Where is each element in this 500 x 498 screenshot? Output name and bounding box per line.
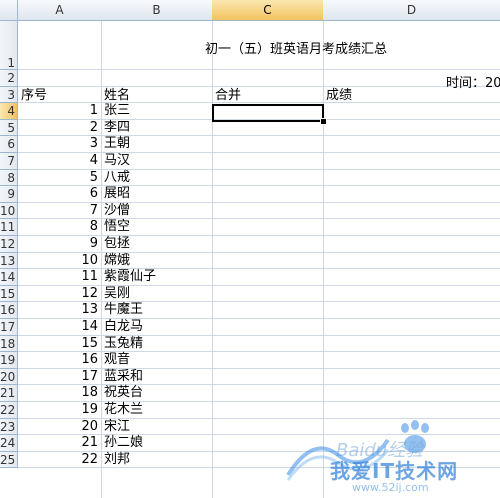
row-header-3[interactable]: 3 [0,86,18,104]
cell-name[interactable]: 宋江 [104,419,130,435]
cell-seq[interactable]: 10 [18,253,98,269]
cell-seq[interactable]: 17 [18,369,98,385]
cell-seq[interactable]: 4 [18,153,98,169]
row-header-14[interactable]: 14 [0,269,18,286]
cell-name[interactable]: 展昭 [104,186,130,202]
header-seq[interactable]: 序号 [21,88,47,104]
watermark-url: www.52ij.com [352,481,429,494]
gridline-row [18,85,500,87]
row-header-8[interactable]: 8 [0,169,18,187]
cell-name[interactable]: 马汉 [104,153,130,169]
cell-seq[interactable]: 5 [18,170,98,186]
row-header-15[interactable]: 15 [0,285,18,303]
header-score[interactable]: 成绩 [326,88,352,104]
row-header-13[interactable]: 13 [0,252,18,270]
row-header-9[interactable]: 9 [0,186,18,203]
column-header-b[interactable]: B [101,0,213,21]
column-header-a[interactable]: A [18,0,102,21]
fill-handle[interactable] [320,118,327,125]
cell-seq[interactable]: 9 [18,236,98,252]
row-header-11[interactable]: 11 [0,219,18,236]
cell-name[interactable]: 悟空 [104,219,130,235]
cell-name[interactable]: 花木兰 [104,402,143,418]
active-cell-c4[interactable] [212,104,324,122]
row-header-12[interactable]: 12 [0,236,18,253]
cell-seq[interactable]: 12 [18,286,98,302]
row-header-1[interactable]: 1 [0,21,18,70]
cell-name[interactable]: 嫦娥 [104,253,130,269]
row-header-16[interactable]: 16 [0,302,18,319]
row-header-6[interactable]: 6 [0,136,18,153]
cell-seq[interactable]: 14 [18,319,98,335]
row-header-22[interactable]: 22 [0,402,18,419]
cell-seq[interactable]: 6 [18,186,98,202]
header-merge[interactable]: 合并 [215,88,241,104]
cell-name[interactable]: 观音 [104,352,130,368]
cell-seq[interactable]: 7 [18,203,98,219]
cell-name[interactable]: 刘邦 [104,452,130,468]
cell-name[interactable]: 沙僧 [104,203,130,219]
row-header-21[interactable]: 21 [0,385,18,402]
cell-name[interactable]: 玉兔精 [104,336,143,352]
cell-name[interactable]: 吴刚 [104,286,130,302]
cell-seq[interactable]: 15 [18,336,98,352]
cell-seq[interactable]: 22 [18,452,98,468]
cell-seq[interactable]: 8 [18,219,98,235]
cell-seq[interactable]: 13 [18,302,98,318]
cell-name[interactable]: 紫霞仙子 [104,269,156,285]
cell-name[interactable]: 祝英台 [104,385,143,401]
cell-name[interactable]: 八戒 [104,170,130,186]
row-header-23[interactable]: 23 [0,418,18,436]
cell-name[interactable]: 李四 [104,120,130,136]
cell-seq[interactable]: 2 [18,120,98,136]
cell-seq[interactable]: 16 [18,352,98,368]
sheet-title: 初一（五）班英语月考成绩汇总 [205,42,388,57]
cell-name[interactable]: 张三 [104,103,130,119]
column-header-c[interactable]: C [212,0,324,21]
row-header-18[interactable]: 18 [0,335,18,353]
cell-name[interactable]: 白龙马 [104,319,143,335]
select-all-corner[interactable] [0,0,18,21]
row-header-7[interactable]: 7 [0,153,18,170]
cell-name[interactable]: 孙二娘 [104,435,143,451]
cell-seq[interactable]: 18 [18,385,98,401]
row-header-17[interactable]: 17 [0,319,18,336]
row-header-24[interactable]: 24 [0,435,18,452]
row-header-25[interactable]: 25 [0,451,18,469]
cell-seq[interactable]: 21 [18,435,98,451]
row-header-2[interactable]: 2 [0,70,18,87]
time-label: 时间：20 [446,76,500,91]
row-header-20[interactable]: 20 [0,368,18,386]
column-header-d[interactable]: D [323,0,500,21]
gridline-row [18,69,500,70]
cell-seq[interactable]: 19 [18,402,98,418]
row-header-19[interactable]: 19 [0,352,18,369]
row-header-10[interactable]: 10 [0,202,18,220]
header-name[interactable]: 姓名 [104,88,130,104]
cell-name[interactable]: 王朝 [104,136,130,152]
watermark-text: 我爱IT技术网 [330,459,459,483]
cell-seq[interactable]: 1 [18,103,98,119]
gridline-column [101,21,102,498]
cell-seq[interactable]: 11 [18,269,98,285]
row-header-4[interactable]: 4 [0,103,18,120]
cell-name[interactable]: 牛魔王 [104,302,143,318]
cell-seq[interactable]: 20 [18,419,98,435]
gridline-column [212,21,213,498]
cell-name[interactable]: 包拯 [104,236,130,252]
spreadsheet[interactable]: ABCD 1 2 3 4 5 6 7 8 9 10 11 12 13 14 15 16 17 18 19 20 21 22… [0,0,500,498]
cell-seq[interactable]: 3 [18,136,98,152]
row-header-5[interactable]: 5 [0,119,18,137]
cell-name[interactable]: 蓝采和 [104,369,143,385]
